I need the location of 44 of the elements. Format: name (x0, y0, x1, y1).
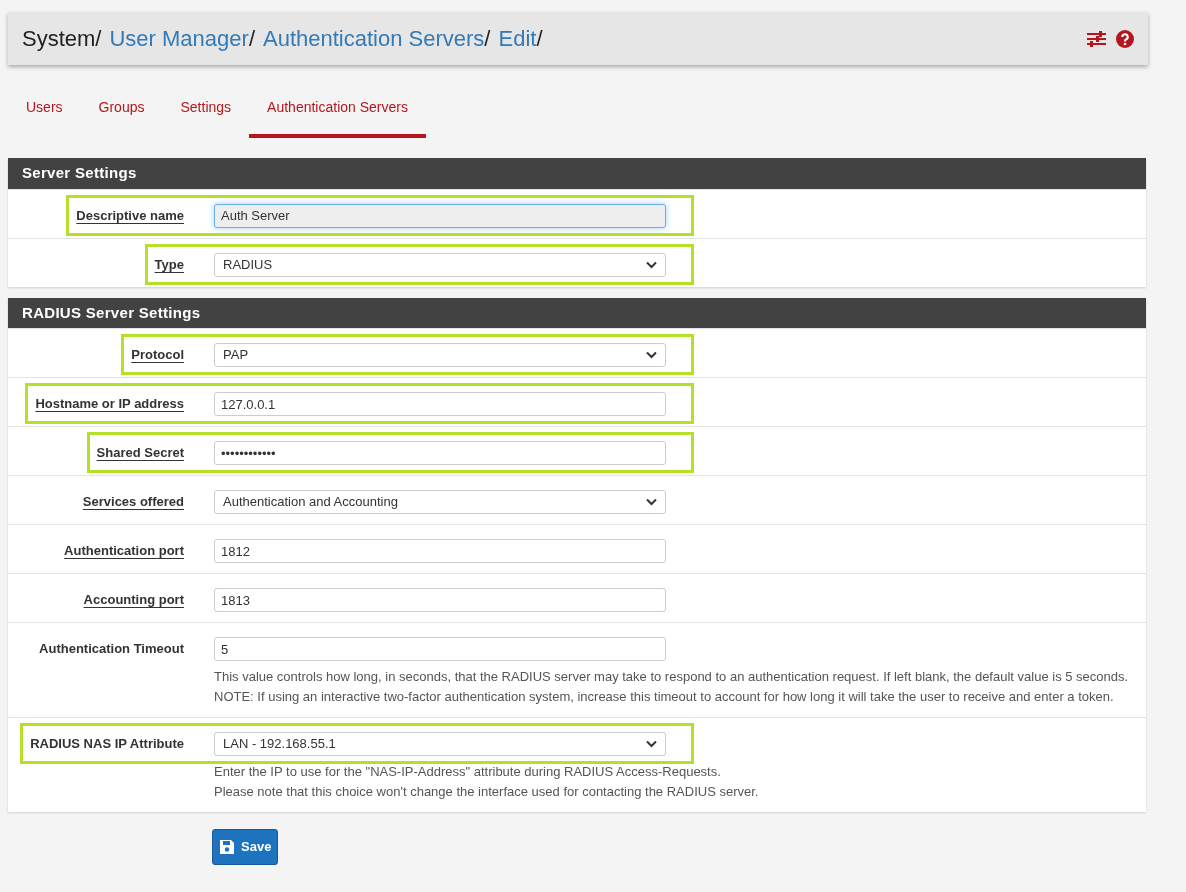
save-button[interactable]: Save (212, 829, 279, 865)
select-field[interactable]: PAP (214, 343, 666, 367)
breadcrumb-separator: / (484, 25, 491, 53)
breadcrumb-separator: / (95, 25, 102, 53)
tab[interactable]: Authentication Servers (249, 91, 426, 138)
field-label: Hostname or IP address (35, 396, 184, 411)
select-field[interactable]: RADIUS (214, 252, 666, 277)
select-field[interactable]: LAN - 192.168.55.1 (214, 732, 666, 756)
breadcrumb-link[interactable]: User Manager (109, 22, 249, 55)
breadcrumb-link[interactable]: Authentication Servers (263, 22, 485, 55)
tab[interactable]: Groups (80, 91, 163, 138)
input-field[interactable]: 1813 (214, 588, 666, 612)
help-icon[interactable] (1116, 29, 1134, 48)
chevron-down-icon (646, 498, 657, 506)
help-text: Enter the IP to use for the "NAS-IP-Address" attribute during RADIUS Access-Requests. (214, 763, 722, 781)
breadcrumb-link[interactable]: Edit (498, 22, 537, 55)
input-field[interactable]: 127.0.0.1 (214, 392, 666, 416)
input-field[interactable]: 1812 (214, 539, 666, 563)
field-label: Authentication Timeout (39, 641, 184, 656)
tab[interactable]: Users (8, 91, 81, 138)
chevron-down-icon (646, 740, 657, 748)
breadcrumb-separator: / (536, 25, 543, 53)
panel-title: Server Settings (8, 158, 1146, 189)
field-label: Authentication port (64, 543, 184, 558)
panel-title: RADIUS Server Settings (8, 297, 1146, 328)
input-field[interactable]: Auth Server (214, 203, 666, 228)
field-label: Services offered (82, 494, 184, 509)
password-field[interactable]: •••••••••••• (214, 441, 666, 465)
chevron-down-icon (646, 260, 657, 269)
input-field[interactable]: 5 (214, 637, 666, 661)
help-text: Please note that this choice won't change the interface used for contacting the RADIUS server. (214, 783, 760, 801)
help-text: This value controls how long, in seconds, that the RADIUS server may take to respond to an authentication request. If left blank, the default value is 5 seconds. NOTE: If using an interactive two-factor authentication system, increase this timeout to account for how long it will take the user to receive and enter a token. (214, 668, 1129, 706)
chevron-down-icon (646, 351, 657, 359)
field-label: Descriptive name (76, 207, 184, 223)
select-field[interactable]: Authentication and Accounting (214, 490, 666, 514)
field-label: Protocol (131, 347, 184, 362)
tab[interactable]: Settings (162, 91, 250, 138)
sliders-icon[interactable] (1087, 30, 1106, 47)
field-label: Accounting port (83, 592, 184, 607)
field-label: RADIUS NAS IP Attribute (30, 736, 184, 751)
field-label: Shared Secret (96, 445, 184, 460)
breadcrumb-text: System (22, 25, 96, 53)
field-label: Type (154, 256, 184, 272)
breadcrumb-separator: / (248, 25, 255, 53)
